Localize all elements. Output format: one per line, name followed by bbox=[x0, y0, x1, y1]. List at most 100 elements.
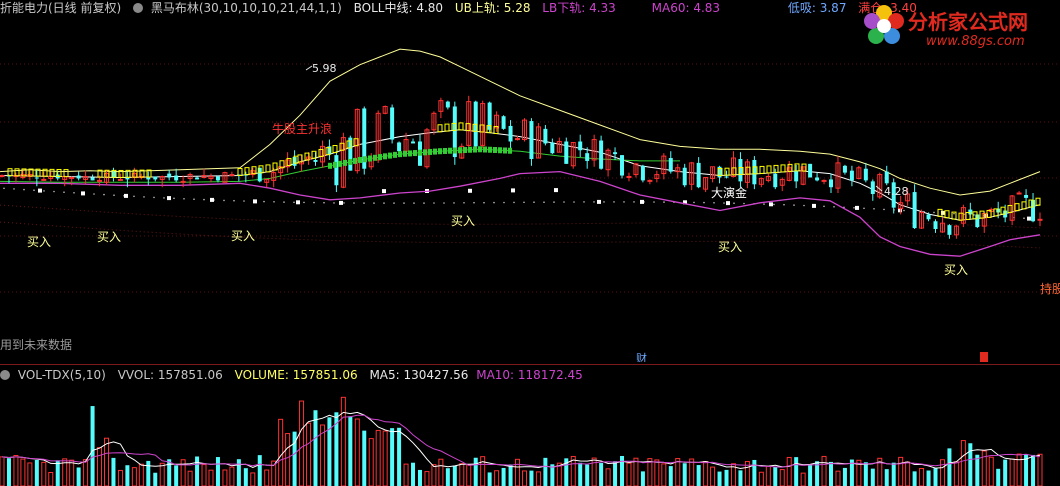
volume-bar bbox=[6, 458, 11, 486]
panel-separator bbox=[0, 364, 1060, 365]
signal-dot bbox=[53, 190, 55, 193]
yellow-signal-candle bbox=[265, 164, 271, 173]
volume-bar bbox=[529, 470, 534, 486]
ma5-line bbox=[1, 411, 1041, 470]
volume-bar bbox=[891, 462, 896, 486]
candle-body bbox=[794, 170, 799, 182]
signal-dot bbox=[363, 202, 365, 204]
volume-bar bbox=[758, 471, 764, 486]
yellow-signal-candle bbox=[458, 122, 464, 131]
signal-dot bbox=[773, 203, 775, 206]
signal-dot bbox=[803, 204, 805, 207]
ma60-marker bbox=[453, 147, 457, 154]
volume-bar bbox=[535, 471, 541, 486]
buy-signal-label: 买入 bbox=[231, 229, 255, 243]
faint-curve bbox=[0, 204, 1041, 229]
signal-dot bbox=[393, 202, 395, 204]
signal-dot bbox=[653, 201, 655, 203]
volume-bar bbox=[717, 471, 722, 486]
buy-signal-label: 买入 bbox=[97, 230, 121, 244]
signal-dot bbox=[323, 201, 325, 204]
volume-bar bbox=[34, 459, 39, 486]
candle-body bbox=[543, 128, 548, 144]
candle-body bbox=[829, 179, 834, 188]
stock-chart-window: 折能电力(日线 前复权) 黑马布林(30,10,10,10,21,44,1,1)… bbox=[0, 0, 1060, 486]
signal-square bbox=[554, 188, 558, 193]
signal-dot bbox=[43, 190, 45, 192]
volume-bar bbox=[313, 410, 318, 486]
candle-body bbox=[821, 179, 827, 182]
volume-chart[interactable] bbox=[0, 382, 1060, 486]
signal-dot bbox=[433, 202, 435, 204]
volume-bar bbox=[27, 462, 33, 486]
volume-bar bbox=[83, 459, 89, 486]
volume-bar bbox=[208, 469, 214, 486]
candle-body bbox=[257, 167, 262, 182]
candle-body bbox=[445, 101, 450, 108]
candle-body bbox=[180, 180, 186, 183]
bollinger-bands bbox=[0, 48, 1041, 257]
ma60-marker bbox=[443, 147, 447, 154]
price-chart[interactable]: 5.98 4.28 牛股主升浪 大演金 买入 买入 买入 买入 买入 买入 持股… bbox=[0, 0, 1060, 362]
candle-body bbox=[1024, 194, 1029, 198]
volume-bar bbox=[445, 468, 450, 486]
ma60-marker bbox=[423, 149, 427, 156]
volume-bar bbox=[348, 416, 353, 486]
volume-bar bbox=[1009, 458, 1015, 486]
candle-body bbox=[508, 125, 513, 142]
ma60-marker bbox=[438, 148, 442, 155]
signal-dot bbox=[863, 207, 865, 210]
volume-bar bbox=[682, 463, 687, 486]
volume-bar bbox=[939, 459, 945, 486]
volume-bar bbox=[912, 471, 917, 486]
signal-square bbox=[38, 188, 42, 193]
volume-bar bbox=[390, 428, 395, 486]
volume-bar bbox=[257, 455, 262, 486]
finance-marker[interactable]: 财 bbox=[636, 351, 647, 362]
volume-bar bbox=[243, 468, 248, 486]
ma60-marker bbox=[388, 152, 392, 159]
signal-square bbox=[253, 199, 257, 204]
ma60-marker bbox=[368, 155, 372, 162]
signal-dot bbox=[783, 203, 785, 206]
signal-dot bbox=[593, 201, 595, 203]
signal-dot bbox=[383, 202, 385, 204]
ma60-marker bbox=[393, 151, 397, 158]
candle-body bbox=[668, 158, 673, 172]
ma60-marker bbox=[373, 154, 377, 161]
volume-bar bbox=[250, 472, 256, 486]
info-marker-icon[interactable] bbox=[980, 352, 988, 362]
volume-indicator-name[interactable]: VOL-TDX(5,10) bbox=[18, 368, 106, 382]
ma60-marker bbox=[408, 150, 412, 157]
signal-dot bbox=[853, 207, 855, 209]
signal-dot bbox=[553, 201, 555, 203]
volume-bar bbox=[605, 468, 611, 486]
volume-bar bbox=[285, 433, 291, 486]
candle-body bbox=[564, 141, 569, 164]
volume-bar bbox=[431, 464, 437, 486]
signal-dot bbox=[203, 198, 205, 201]
faint-curve bbox=[0, 221, 1041, 249]
volume-bar bbox=[919, 468, 925, 486]
candle-body bbox=[682, 167, 687, 186]
yellow-signal-candle bbox=[1014, 203, 1020, 212]
big-gold-label: 大演金 bbox=[711, 185, 747, 200]
candle-body bbox=[870, 181, 875, 195]
mid-band-line bbox=[0, 129, 1041, 221]
buy-signal-label: 买入 bbox=[944, 263, 968, 277]
signal-dot bbox=[623, 201, 625, 203]
signal-dot bbox=[273, 201, 275, 203]
volume-bar bbox=[675, 458, 681, 486]
gear-icon[interactable] bbox=[0, 370, 10, 380]
volume-bar bbox=[90, 406, 95, 486]
signal-dot bbox=[113, 194, 115, 196]
candle-body bbox=[174, 175, 179, 181]
volume-bar bbox=[599, 463, 604, 486]
candle-body bbox=[620, 155, 625, 176]
volume-bar bbox=[960, 440, 966, 486]
volume-bar bbox=[808, 464, 813, 486]
signal-square bbox=[726, 201, 730, 206]
candle-body bbox=[515, 138, 521, 141]
candle-body bbox=[773, 173, 778, 188]
volume-bar bbox=[69, 459, 75, 486]
